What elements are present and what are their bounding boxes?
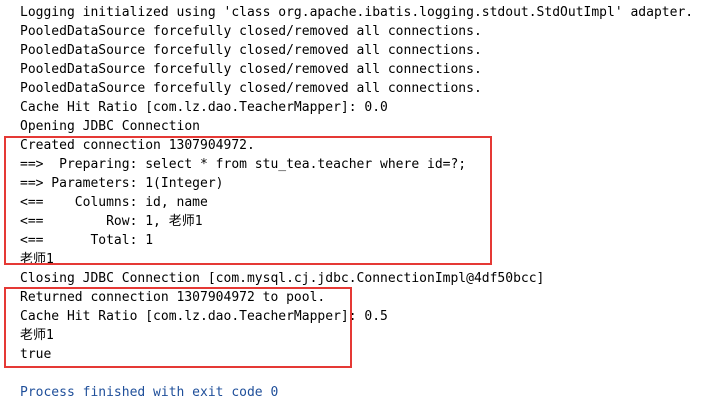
log-line-closing-jdbc: Closing JDBC Connection [com.mysql.cj.jd… — [20, 271, 545, 286]
log-line-pool-closed-1: PooledDataSource forcefully closed/remov… — [20, 24, 482, 39]
log-line-preparing: ==> Preparing: select * from stu_tea.tea… — [20, 157, 467, 172]
log-line-parameters: ==> Parameters: 1(Integer) — [20, 176, 224, 191]
console-output[interactable]: Logging initialized using 'class org.apa… — [0, 0, 715, 401]
log-line-result-2: 老师1 — [20, 328, 54, 343]
log-line-opening-jdbc: Opening JDBC Connection — [20, 119, 201, 134]
log-line-created-conn: Created connection 1307904972. — [20, 138, 255, 153]
log-line-pool-closed-3: PooledDataSource forcefully closed/remov… — [20, 62, 482, 77]
log-line-cache-ratio-1: Cache Hit Ratio [com.lz.dao.TeacherMappe… — [20, 100, 388, 115]
log-line-pool-closed-4: PooledDataSource forcefully closed/remov… — [20, 81, 482, 96]
log-line-cache-ratio-2: Cache Hit Ratio [com.lz.dao.TeacherMappe… — [20, 309, 388, 324]
process-exit-line: Process finished with exit code 0 — [20, 385, 279, 400]
log-line-logging-init: Logging initialized using 'class org.apa… — [20, 5, 694, 20]
log-line-returned-conn: Returned connection 1307904972 to pool. — [20, 290, 326, 305]
log-line-pool-closed-2: PooledDataSource forcefully closed/remov… — [20, 43, 482, 58]
log-line-row: <== Row: 1, 老师1 — [20, 214, 203, 229]
log-line-result-1: 老师1 — [20, 252, 54, 267]
log-line-result-bool: true — [20, 347, 52, 362]
log-line-total: <== Total: 1 — [20, 233, 154, 248]
log-line-columns: <== Columns: id, name — [20, 195, 208, 210]
